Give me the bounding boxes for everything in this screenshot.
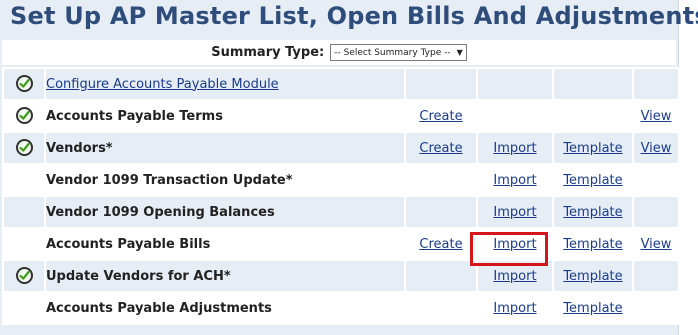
template-link[interactable]: Template xyxy=(563,205,622,220)
status-cell xyxy=(2,227,46,261)
status-cell xyxy=(2,291,46,325)
template-link[interactable]: Template xyxy=(563,237,622,252)
import-link[interactable]: Import xyxy=(493,173,536,188)
view-link[interactable]: View xyxy=(641,237,672,252)
create-cell: Create xyxy=(404,227,478,261)
status-cell xyxy=(2,99,46,133)
create-link[interactable]: Create xyxy=(419,109,462,124)
import-cell: Import xyxy=(476,291,554,325)
import-cell: Import xyxy=(476,195,554,229)
template-cell: Template xyxy=(552,195,634,229)
template-cell xyxy=(552,67,634,101)
view-cell: View xyxy=(632,131,680,165)
template-link[interactable]: Template xyxy=(563,269,622,284)
summary-type-select-value: -- Select Summary Type -- xyxy=(334,47,451,58)
template-cell: Template xyxy=(552,259,634,293)
template-cell: Template xyxy=(552,227,634,261)
create-cell: Create xyxy=(404,131,478,165)
check-circle-icon xyxy=(15,139,33,156)
create-cell xyxy=(404,163,478,197)
check-circle-icon xyxy=(15,267,33,284)
view-cell xyxy=(632,195,680,229)
import-cell: Import xyxy=(476,131,554,165)
create-cell xyxy=(404,67,478,101)
view-cell xyxy=(632,259,680,293)
view-link[interactable]: View xyxy=(641,141,672,156)
create-cell: Create xyxy=(404,99,478,133)
status-cell xyxy=(2,131,46,165)
template-link[interactable]: Template xyxy=(563,141,622,156)
row-name: Accounts Payable Adjustments xyxy=(44,291,406,325)
view-cell xyxy=(632,291,680,325)
import-link[interactable]: Import xyxy=(493,269,536,284)
create-cell xyxy=(404,259,478,293)
row-name-cell: Configure Accounts Payable Module xyxy=(44,67,406,101)
configure-ap-module-link[interactable]: Configure Accounts Payable Module xyxy=(46,77,279,92)
summary-type-label: Summary Type: xyxy=(211,45,325,60)
row-name: Update Vendors for ACH* xyxy=(44,259,406,293)
row-name: Accounts Payable Bills xyxy=(44,227,406,261)
row-name: Vendor 1099 Transaction Update* xyxy=(44,163,406,197)
view-link[interactable]: View xyxy=(641,109,672,124)
table-row: Accounts Payable Adjustments Import Temp… xyxy=(2,291,680,325)
create-cell xyxy=(404,195,478,229)
import-cell xyxy=(476,67,554,101)
import-cell: Import xyxy=(476,259,554,293)
import-cell xyxy=(476,99,554,133)
template-link[interactable]: Template xyxy=(563,301,622,316)
setup-table: Configure Accounts Payable Module Accoun… xyxy=(2,67,680,325)
import-link[interactable]: Import xyxy=(493,301,536,316)
table-row: Configure Accounts Payable Module xyxy=(2,67,680,101)
template-cell: Template xyxy=(552,163,634,197)
setup-panel: Set Up AP Master List, Open Bills And Ad… xyxy=(0,0,698,335)
status-cell xyxy=(2,163,46,197)
template-cell xyxy=(552,99,634,133)
table-row: Vendor 1099 Transaction Update* Import T… xyxy=(2,163,680,197)
table-row: Update Vendors for ACH* Import Template xyxy=(2,259,680,293)
chevron-down-icon: ▼ xyxy=(456,48,463,57)
status-cell xyxy=(2,195,46,229)
import-link[interactable]: Import xyxy=(493,141,536,156)
check-circle-icon xyxy=(15,107,33,124)
page-title: Set Up AP Master List, Open Bills And Ad… xyxy=(10,2,698,30)
template-cell: Template xyxy=(552,131,634,165)
import-link-highlighted[interactable]: Import xyxy=(493,237,536,252)
row-name: Vendor 1099 Opening Balances xyxy=(44,195,406,229)
status-cell xyxy=(2,67,46,101)
table-row: Vendors* Create Import Template View xyxy=(2,131,680,165)
import-cell: Import xyxy=(476,227,554,261)
import-cell: Import xyxy=(476,163,554,197)
table-row: Vendor 1099 Opening Balances Import Temp… xyxy=(2,195,680,229)
row-name: Vendors* xyxy=(44,131,406,165)
template-cell: Template xyxy=(552,291,634,325)
summary-type-select[interactable]: -- Select Summary Type -- ▼ xyxy=(330,44,467,61)
view-cell xyxy=(632,163,680,197)
table-row: Accounts Payable Bills Create Import Tem… xyxy=(2,227,680,261)
import-link[interactable]: Import xyxy=(493,205,536,220)
create-link[interactable]: Create xyxy=(419,141,462,156)
template-link[interactable]: Template xyxy=(563,173,622,188)
check-circle-icon xyxy=(15,75,33,92)
create-cell xyxy=(404,291,478,325)
table-row: Accounts Payable Terms Create View xyxy=(2,99,680,133)
view-cell: View xyxy=(632,227,680,261)
status-cell xyxy=(2,259,46,293)
summary-type-bar: Summary Type: -- Select Summary Type -- … xyxy=(2,40,676,65)
view-cell xyxy=(632,67,680,101)
view-cell: View xyxy=(632,99,680,133)
row-name: Accounts Payable Terms xyxy=(44,99,406,133)
create-link[interactable]: Create xyxy=(419,237,462,252)
